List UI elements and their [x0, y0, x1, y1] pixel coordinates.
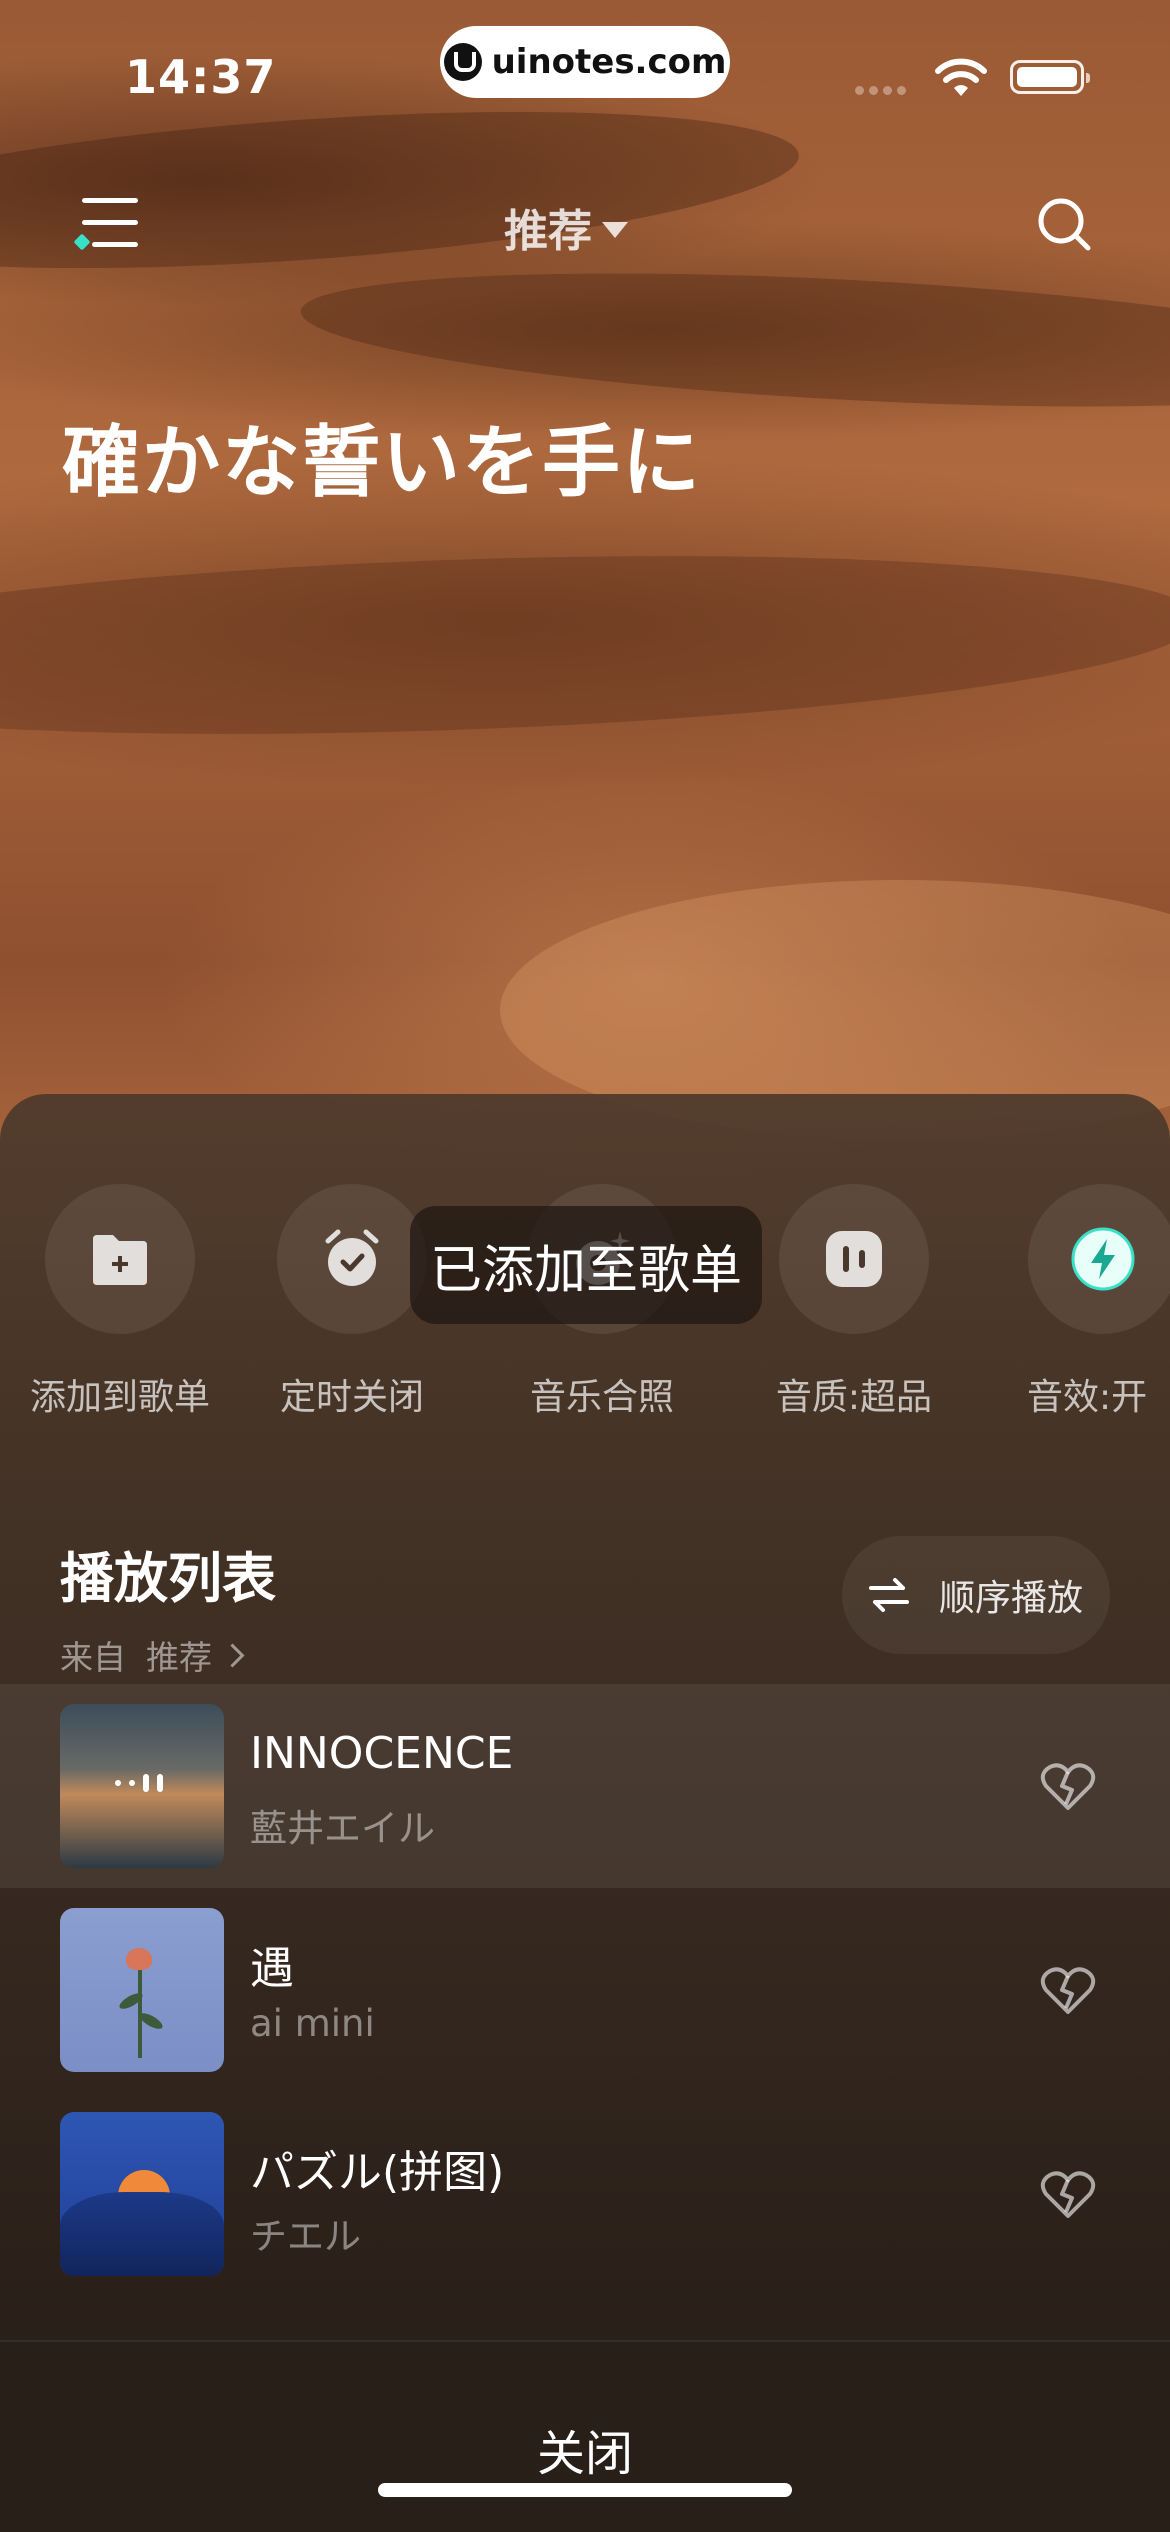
track-artist: 藍井エイル — [250, 1807, 435, 1850]
track-artist: ai mini — [250, 2002, 375, 2045]
play-mode-button[interactable]: 顺序播放 — [842, 1536, 1110, 1654]
site-logo-icon — [443, 43, 482, 81]
sound-effect-icon — [1071, 1227, 1135, 1291]
alarm-clock-icon — [325, 1229, 379, 1286]
song-title: 確かな誓いを手に — [62, 418, 703, 508]
album-cover — [60, 2112, 224, 2276]
menu-icon[interactable] — [73, 196, 138, 251]
wifi-icon — [935, 58, 987, 96]
sequential-play-icon — [868, 1578, 909, 1612]
dislike-icon[interactable] — [1040, 1762, 1096, 1812]
close-button[interactable]: 关闭 — [0, 2340, 1170, 2532]
sound-effect-button[interactable]: 音效:开 — [990, 1184, 1170, 1420]
nav-title: 推荐 — [504, 206, 592, 257]
cellular-signal-icon — [855, 86, 906, 95]
album-cover — [60, 1908, 224, 2072]
dislike-icon[interactable] — [1040, 1966, 1096, 2016]
track-row[interactable]: 遇 ai mini — [0, 1888, 1170, 2092]
folder-plus-icon — [93, 1235, 147, 1285]
add-to-playlist-button[interactable]: 添加到歌单 — [5, 1184, 235, 1420]
track-name: パズル(拼图) — [250, 2147, 505, 2198]
now-playing-icon — [115, 1774, 163, 1792]
url-pill: uinotes.com — [440, 26, 730, 98]
track-name: 遇 — [250, 1943, 294, 1994]
track-row[interactable]: INNOCENCE 藍井エイル — [0, 1684, 1170, 1888]
dislike-icon[interactable] — [1040, 2170, 1096, 2220]
toast-message: 已添加至歌单 — [410, 1206, 762, 1324]
track-row[interactable]: パズル(拼图) チエル — [0, 2092, 1170, 2296]
track-name: INNOCENCE — [250, 1728, 514, 1779]
album-cover — [60, 1704, 224, 1868]
status-time: 14:37 — [125, 50, 277, 104]
playlist-header: 播放列表 来自 推荐 — [60, 1534, 276, 1679]
url-text: uinotes.com — [491, 42, 727, 82]
audio-quality-icon — [826, 1231, 882, 1287]
close-label: 关闭 — [536, 2426, 633, 2482]
caret-down-icon — [602, 222, 628, 238]
playlist-source-link[interactable]: 来自 推荐 — [60, 1631, 276, 1679]
track-artist: チエル — [250, 2215, 361, 2258]
search-icon[interactable] — [1036, 196, 1092, 252]
recommend-dropdown[interactable]: 推荐 — [504, 195, 628, 259]
playlist-title: 播放列表 — [60, 1547, 276, 1610]
battery-icon — [1010, 60, 1090, 94]
audio-quality-button[interactable]: 音质:超品 — [739, 1184, 969, 1420]
chevron-right-icon — [220, 1642, 245, 1668]
home-indicator[interactable] — [378, 2483, 792, 2497]
track-list: INNOCENCE 藍井エイル 遇 ai mini パズル(拼图) チエル — [0, 1684, 1170, 2338]
